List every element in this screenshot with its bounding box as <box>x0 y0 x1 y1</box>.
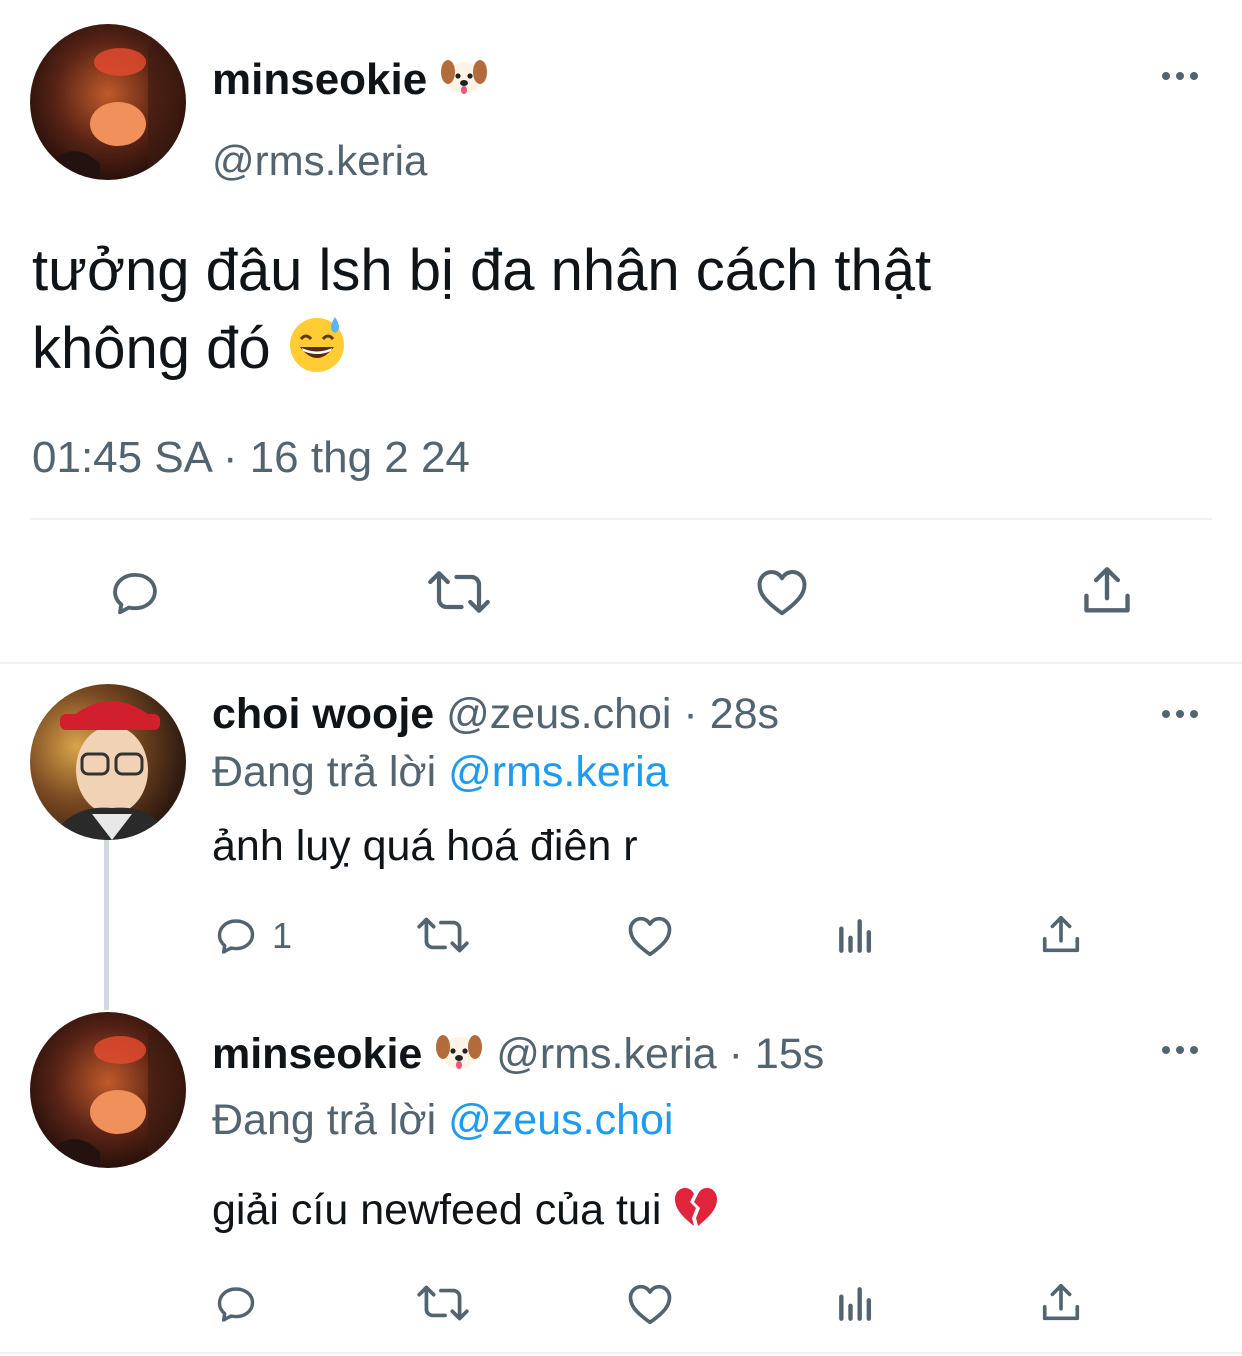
relative-time[interactable]: 28s <box>710 690 779 738</box>
like-icon[interactable] <box>752 562 812 622</box>
display-name[interactable]: choi wooje <box>212 690 434 738</box>
more-options-icon[interactable] <box>1160 66 1200 86</box>
tweet-text-line: không đó <box>32 310 1212 393</box>
reply-count: 1 <box>272 915 293 956</box>
replying-to-link[interactable]: @zeus.choi <box>448 1096 673 1144</box>
dog-face-emoji <box>434 1029 484 1085</box>
divider <box>0 1352 1242 1354</box>
retweet-icon[interactable] <box>414 910 472 960</box>
share-icon[interactable] <box>1038 1280 1084 1326</box>
share-icon[interactable] <box>1038 912 1084 958</box>
divider <box>0 662 1242 664</box>
display-name[interactable]: minseokie <box>212 1030 422 1078</box>
timestamp[interactable]: 01:45 SA · 16 thg 2 24 <box>32 432 470 484</box>
relative-time[interactable]: 15s <box>755 1030 824 1078</box>
reply-icon[interactable] <box>212 912 260 960</box>
replying-to: Đang trả lời @rms.keria <box>212 746 669 798</box>
more-options-icon[interactable] <box>1160 704 1200 724</box>
reply-icon[interactable] <box>106 564 164 622</box>
separator: · <box>683 690 698 738</box>
handle[interactable]: @rms.keria <box>496 1030 716 1078</box>
reply-header: choi wooje @zeus.choi · 28s <box>212 688 779 740</box>
divider <box>30 518 1212 520</box>
more-options-icon[interactable] <box>1160 1040 1200 1060</box>
grinning-face-with-sweat-emoji <box>287 313 347 393</box>
display-name[interactable]: minseokie <box>212 54 489 110</box>
replying-label: Đang trả lời <box>212 1096 437 1144</box>
retweet-icon[interactable] <box>414 1278 472 1328</box>
dog-face-emoji <box>439 54 489 110</box>
views-icon[interactable] <box>834 914 878 958</box>
like-icon[interactable] <box>624 910 676 962</box>
replying-label: Đang trả lời <box>212 748 437 796</box>
tweet-text-line: tưởng đâu lsh bị đa nhân cách thật <box>32 238 932 303</box>
views-icon[interactable] <box>834 1282 878 1326</box>
handle[interactable]: @rms.keria <box>212 136 427 186</box>
handle[interactable]: @zeus.choi <box>446 690 671 738</box>
avatar[interactable] <box>30 1012 186 1168</box>
reply-header: minseokie @rms.keria · 15s <box>212 1028 824 1085</box>
like-icon[interactable] <box>624 1278 676 1330</box>
avatar[interactable] <box>30 24 186 180</box>
avatar[interactable] <box>30 684 186 840</box>
separator: · <box>728 1030 743 1078</box>
replying-to: Đang trả lời @zeus.choi <box>212 1094 673 1146</box>
thread-line <box>104 838 109 1010</box>
replying-to-link[interactable]: @rms.keria <box>448 748 668 796</box>
broken-heart-emoji <box>673 1186 719 1240</box>
tweet-text: tưởng đâu lsh bị đa nhân cách thật không… <box>32 232 1212 393</box>
reply-text: giải cíu newfeed của tui <box>212 1184 719 1240</box>
reply-icon[interactable] <box>212 1280 260 1328</box>
retweet-icon[interactable] <box>424 562 494 622</box>
share-icon[interactable] <box>1078 562 1136 620</box>
reply-text: ảnh luỵ quá hoá điên r <box>212 822 638 870</box>
